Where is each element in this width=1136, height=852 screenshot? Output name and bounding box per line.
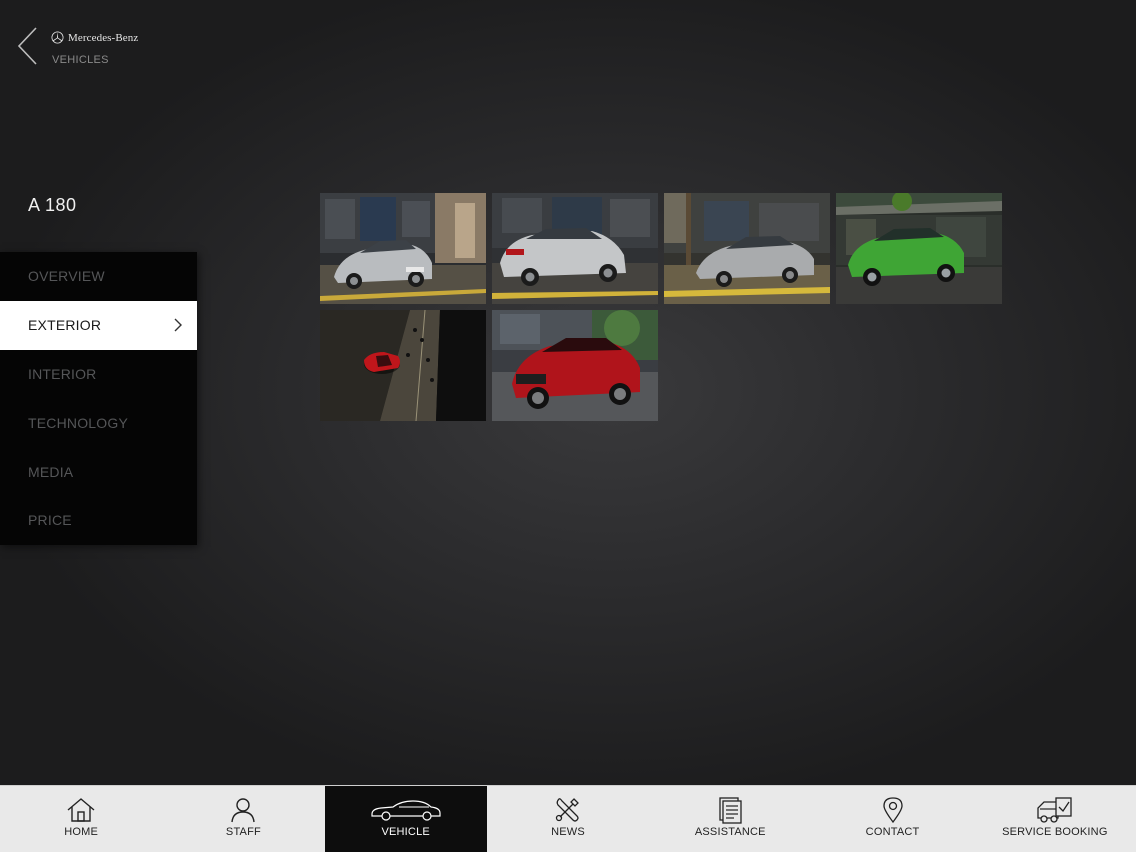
menu-item-overview[interactable]: OVERVIEW bbox=[0, 252, 197, 301]
tab-label: NEWS bbox=[551, 826, 585, 838]
bottom-tab-bar: HOME STAFF VEHICLE NEWS ASSISTANCE CONTA… bbox=[0, 785, 1136, 852]
menu-item-label: EXTERIOR bbox=[28, 317, 102, 334]
menu-item-exterior[interactable]: EXTERIOR bbox=[0, 300, 197, 350]
car-icon bbox=[371, 800, 441, 821]
tab-label: ASSISTANCE bbox=[694, 826, 766, 838]
tab-service-booking[interactable]: SERVICE BOOKING bbox=[974, 786, 1136, 852]
exterior-gallery bbox=[320, 193, 1004, 421]
menu-item-price[interactable]: PRICE bbox=[0, 496, 197, 545]
tools-icon bbox=[555, 798, 579, 822]
menu-item-label: MEDIA bbox=[28, 463, 74, 480]
side-menu: OVERVIEW EXTERIOR INTERIOR TECHNOLOGY ME… bbox=[0, 252, 197, 545]
gallery-photo[interactable] bbox=[320, 310, 486, 421]
document-icon bbox=[719, 797, 742, 824]
tab-label: HOME bbox=[64, 826, 99, 838]
gallery-photo[interactable] bbox=[836, 193, 1002, 304]
tab-staff[interactable]: STAFF bbox=[162, 786, 324, 852]
model-title: A 180 bbox=[28, 195, 77, 215]
chevron-left-icon bbox=[17, 27, 37, 65]
gallery-photo[interactable] bbox=[492, 193, 658, 304]
car-photo-image bbox=[836, 193, 1002, 304]
chevron-right-icon bbox=[174, 318, 182, 332]
menu-item-label: TECHNOLOGY bbox=[28, 414, 129, 431]
tab-label: STAFF bbox=[225, 826, 261, 838]
menu-item-media[interactable]: MEDIA bbox=[0, 447, 197, 496]
gallery-photo[interactable] bbox=[320, 193, 486, 304]
tab-label: VEHICLE bbox=[381, 826, 430, 838]
brand-logo: Mercedes-Benz bbox=[51, 31, 138, 44]
menu-item-label: OVERVIEW bbox=[28, 268, 105, 285]
menu-item-label: PRICE bbox=[28, 512, 72, 529]
car-photo-image bbox=[320, 193, 486, 304]
tab-vehicle[interactable]: VEHICLE bbox=[324, 786, 487, 852]
tab-label: SERVICE BOOKING bbox=[1002, 826, 1108, 838]
breadcrumb[interactable]: VEHICLES bbox=[52, 54, 109, 66]
gallery-photo[interactable] bbox=[664, 193, 830, 304]
tab-contact[interactable]: CONTACT bbox=[811, 786, 973, 852]
menu-item-interior[interactable]: INTERIOR bbox=[0, 350, 197, 399]
tab-home[interactable]: HOME bbox=[0, 786, 162, 852]
mercedes-star-icon bbox=[51, 31, 64, 44]
car-photo-image bbox=[320, 310, 486, 421]
brand-name: Mercedes-Benz bbox=[68, 31, 139, 44]
gallery-photo[interactable] bbox=[492, 310, 658, 421]
car-photo-image bbox=[492, 193, 658, 304]
menu-item-label: INTERIOR bbox=[28, 365, 97, 382]
back-button[interactable] bbox=[14, 26, 42, 66]
tab-assistance[interactable]: ASSISTANCE bbox=[649, 786, 811, 852]
home-icon bbox=[67, 798, 95, 822]
person-icon bbox=[231, 798, 256, 823]
car-photo-image bbox=[664, 193, 830, 304]
tab-label: CONTACT bbox=[865, 826, 920, 838]
menu-item-technology[interactable]: TECHNOLOGY bbox=[0, 398, 197, 447]
car-photo-image bbox=[492, 310, 658, 421]
service-truck-icon bbox=[1037, 797, 1072, 823]
tab-news[interactable]: NEWS bbox=[487, 786, 649, 852]
location-pin-icon bbox=[882, 797, 903, 824]
